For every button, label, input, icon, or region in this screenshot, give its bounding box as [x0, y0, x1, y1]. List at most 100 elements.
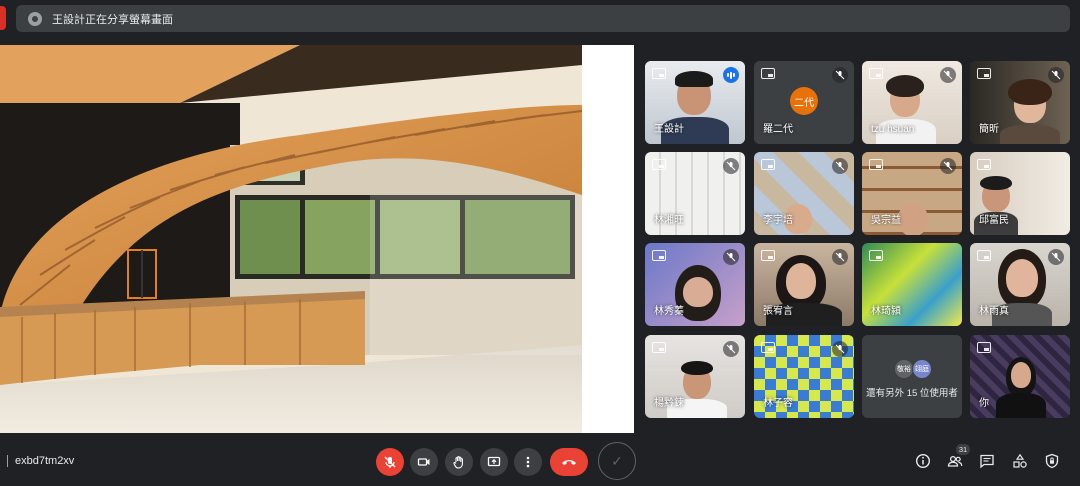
participant-video [683, 277, 713, 307]
raise-hand-button[interactable] [445, 448, 473, 476]
meeting-code: exbd7tm2xv [15, 455, 75, 467]
pin-icon[interactable] [977, 250, 991, 261]
present-icon [487, 456, 501, 467]
mic-off-icon [832, 158, 848, 174]
participant-name: 張宥言 [763, 306, 793, 317]
others-tile[interactable]: 敬裕 翊庭 還有另外 15 位使用者 [862, 335, 962, 418]
info-icon [915, 453, 931, 469]
camera-toggle-button[interactable] [410, 448, 438, 476]
mic-off-icon [1048, 67, 1064, 83]
participant-name: 你 [979, 398, 989, 409]
avatar: 二代 [790, 87, 818, 115]
participant-name: 楊黔鍊 [654, 398, 684, 409]
participant-tile[interactable]: 林琦潁 [862, 243, 962, 326]
participant-tile[interactable]: 林秀蓁 [645, 243, 745, 326]
mic-off-icon [1048, 249, 1064, 265]
chat-icon [980, 454, 994, 469]
participant-body [1000, 125, 1060, 144]
pin-icon[interactable] [761, 342, 775, 353]
participant-video [1006, 259, 1038, 297]
host-controls-button[interactable] [1043, 452, 1061, 470]
participant-tile[interactable]: 楊黔鍊 [645, 335, 745, 418]
participant-tile[interactable]: 林雨真 [970, 243, 1070, 326]
mic-off-icon [832, 341, 848, 357]
participant-hair [886, 75, 924, 97]
participant-hair [681, 361, 713, 375]
participant-tile[interactable]: tzu hsuan [862, 61, 962, 144]
participant-tile[interactable]: 吳宗益 [862, 152, 962, 235]
participant-name: 簡昕 [979, 124, 999, 135]
participant-name: 王設計 [654, 124, 684, 135]
mic-toggle-button[interactable] [376, 448, 404, 476]
participant-name: 李宇培 [763, 215, 793, 226]
pin-icon[interactable] [977, 68, 991, 79]
speaking-indicator-icon [723, 67, 739, 83]
pin-icon[interactable] [761, 250, 775, 261]
participant-name: 羅二代 [763, 124, 793, 135]
participant-tile[interactable]: 李宇培 [754, 152, 854, 235]
participant-tile[interactable]: 簡昕 [970, 61, 1070, 144]
pin-icon[interactable] [652, 342, 666, 353]
participant-hair [675, 71, 713, 87]
mic-off-icon [832, 249, 848, 265]
participant-video [898, 202, 928, 235]
pin-icon[interactable] [652, 250, 666, 261]
participant-name: 邱富民 [979, 215, 1009, 226]
shared-screen[interactable] [0, 45, 634, 433]
participant-hair [1008, 79, 1052, 105]
chat-button[interactable] [978, 452, 996, 470]
participant-tile[interactable]: 張宥言 [754, 243, 854, 326]
participant-name: 林秀蓁 [654, 306, 684, 317]
meeting-details-button[interactable] [914, 452, 932, 470]
people-count-badge: 31 [956, 444, 970, 455]
participant-tile[interactable]: 王設計 [645, 61, 745, 144]
pin-icon[interactable] [977, 159, 991, 170]
shield-lock-icon [1045, 453, 1059, 469]
divider [7, 455, 8, 467]
participant-body [996, 393, 1046, 418]
participant-name: 林湘旺 [654, 215, 684, 226]
meet-window: 王設計正在分享螢幕畫面 王設計 二代 羅二代 tzu hsuan 簡昕 林湘旺 … [0, 0, 1080, 486]
participant-tile[interactable]: 林湘旺 [645, 152, 745, 235]
participant-video [1011, 362, 1031, 388]
pin-icon[interactable] [652, 159, 666, 170]
pin-icon[interactable] [761, 159, 775, 170]
present-screen-button[interactable] [480, 448, 508, 476]
leave-call-button[interactable] [550, 448, 588, 476]
more-vert-icon [526, 456, 530, 468]
checkmark-icon: ✓ [598, 442, 636, 480]
participant-name: 林雨真 [979, 306, 1009, 317]
activities-button[interactable] [1011, 452, 1029, 470]
others-avatars: 敬裕 翊庭 [894, 359, 932, 379]
presenting-banner-text: 王設計正在分享螢幕畫面 [52, 13, 173, 26]
mic-off-icon [723, 249, 739, 265]
participant-tile[interactable]: 二代 羅二代 [754, 61, 854, 144]
pin-icon[interactable] [977, 342, 991, 353]
mic-off-icon [723, 341, 739, 357]
mic-off-icon [384, 456, 396, 468]
participant-grid: 王設計 二代 羅二代 tzu hsuan 簡昕 林湘旺 李宇培 吳宗益 邱富民 … [645, 61, 1073, 419]
bottom-toolbar: exbd7tm2xv ✓ [0, 436, 1080, 486]
presenting-banner: 王設計正在分享螢幕畫面 [16, 5, 1070, 32]
pin-icon[interactable] [652, 68, 666, 79]
pin-icon[interactable] [869, 68, 883, 79]
participant-video [786, 263, 816, 299]
participant-name: tzu hsuan [871, 124, 915, 135]
self-tile[interactable]: 你 [970, 335, 1070, 418]
hand-icon [453, 456, 463, 469]
participant-tile[interactable]: 林子容 [754, 335, 854, 418]
pin-icon[interactable] [869, 250, 883, 261]
mic-off-icon [832, 67, 848, 83]
pin-icon[interactable] [869, 159, 883, 170]
shared-photo [0, 45, 582, 433]
participant-tile[interactable]: 邱富民 [970, 152, 1070, 235]
call-end-icon [562, 460, 576, 465]
camera-icon [417, 458, 430, 466]
people-icon [947, 455, 963, 467]
participant-name: 林琦潁 [871, 306, 901, 317]
more-options-button[interactable] [514, 448, 542, 476]
avatar: 敬裕 [894, 359, 914, 379]
pin-icon[interactable] [761, 68, 775, 79]
others-count-label: 還有另外 15 位使用者 [866, 388, 958, 399]
participant-hair [980, 176, 1012, 190]
